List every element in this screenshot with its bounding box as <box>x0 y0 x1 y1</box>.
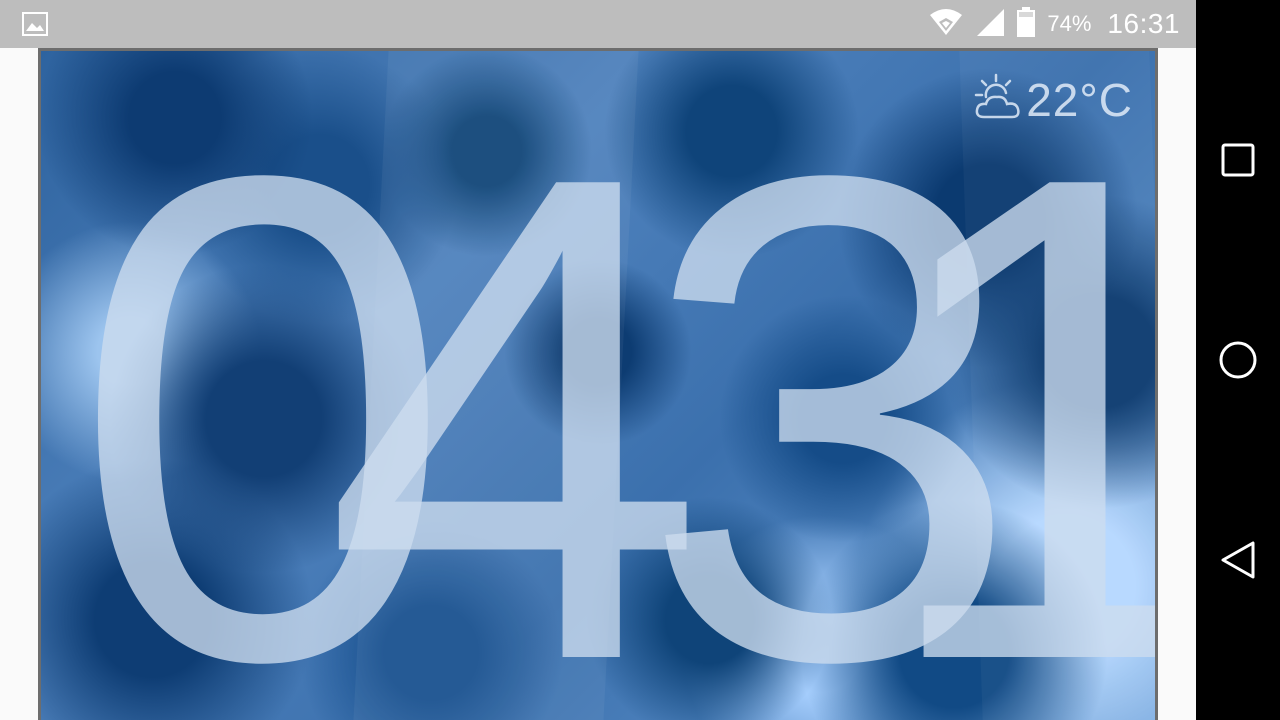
square-icon <box>1221 143 1255 177</box>
clock-digit-hour-ones: 4 <box>323 48 707 720</box>
home-button[interactable] <box>1216 338 1260 382</box>
clock-digit-hour-tens: 0 <box>71 48 455 720</box>
recents-button[interactable] <box>1216 138 1260 182</box>
right-margin <box>1158 48 1196 720</box>
gallery-notification-icon <box>22 12 48 36</box>
cell-signal-icon <box>975 7 1005 41</box>
back-button[interactable] <box>1216 538 1260 582</box>
triangle-back-icon <box>1221 541 1255 579</box>
circle-icon <box>1219 341 1257 379</box>
status-time: 16:31 <box>1107 8 1180 39</box>
clock-panel[interactable]: 22°C 0 4 3 1 <box>38 48 1158 720</box>
navigation-bar <box>1196 0 1280 720</box>
clock-digit-minute-ones: 1 <box>871 74 1155 720</box>
wifi-icon <box>929 7 963 41</box>
battery-percent: 74% <box>1047 11 1092 36</box>
status-bar: 74% 16:31 <box>0 0 1196 48</box>
left-margin <box>0 48 38 720</box>
battery-icon <box>1017 7 1036 41</box>
